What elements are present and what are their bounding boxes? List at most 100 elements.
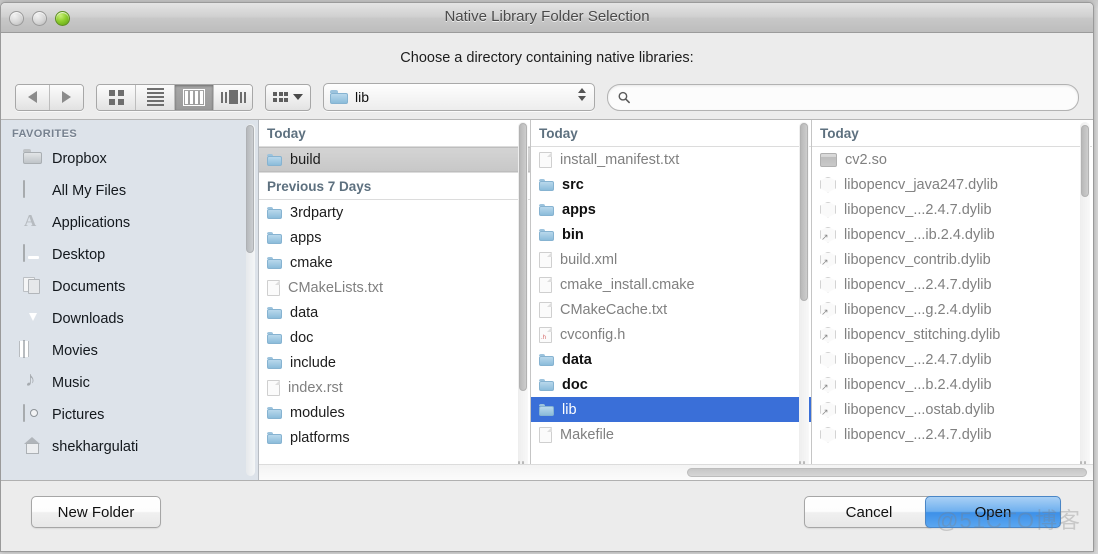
list-item-label: data — [290, 304, 319, 321]
list-item-label: bin — [562, 226, 584, 243]
list-item[interactable]: ↗ libopencv_contrib.dylib — [812, 247, 1092, 272]
open-button[interactable]: Open — [925, 496, 1061, 528]
sidebar: FAVORITES Dropbox All My Files Applicati… — [1, 120, 259, 480]
sidebar-item-applications[interactable]: Applications — [1, 207, 258, 239]
search-input[interactable] — [636, 88, 1068, 106]
sidebar-item-downloads[interactable]: Downloads — [1, 303, 258, 335]
horizontal-scrollbar-track[interactable] — [259, 464, 1093, 480]
view-mode-coverflow-button[interactable] — [214, 84, 252, 110]
list-item[interactable]: ↗ libopencv_...b.2.4.dylib — [812, 372, 1092, 397]
list-item[interactable]: libopencv_...2.4.7.dylib — [812, 272, 1092, 297]
horizontal-scrollbar-thumb[interactable] — [687, 468, 1087, 477]
sidebar-item-label: shekhargulati — [52, 439, 139, 455]
search-icon — [618, 91, 630, 103]
icon-view-icon — [108, 89, 124, 105]
list-item[interactable]: Makefile — [531, 422, 811, 447]
screenshot-root: Native Library Folder Selection Choose a… — [0, 0, 1098, 554]
list-item[interactable]: libopencv_...2.4.7.dylib — [812, 347, 1092, 372]
sidebar-item-all-my-files[interactable]: All My Files — [1, 175, 258, 207]
action-menu-button[interactable] — [265, 83, 311, 111]
list-item[interactable]: ↗ libopencv_...g.2.4.dylib — [812, 297, 1092, 322]
sidebar-item-dropbox[interactable]: Dropbox — [1, 143, 258, 175]
document-icon — [539, 151, 552, 168]
list-item[interactable]: ↗ libopencv_...ib.2.4.dylib — [812, 222, 1092, 247]
view-mode-list-button[interactable] — [136, 84, 175, 110]
list-item-label: cvconfig.h — [560, 326, 626, 343]
list-item[interactable]: data — [531, 347, 811, 372]
view-mode-column-button[interactable] — [175, 84, 214, 110]
list-item[interactable]: build — [259, 147, 530, 172]
list-item[interactable]: bin — [531, 222, 811, 247]
sidebar-item-label: Pictures — [52, 407, 105, 423]
music-icon — [23, 373, 43, 393]
list-item[interactable]: libopencv_...2.4.7.dylib — [812, 197, 1092, 222]
cancel-button[interactable]: Cancel — [804, 496, 934, 528]
list-item[interactable]: cv2.so — [812, 147, 1092, 172]
list-item[interactable]: doc — [531, 372, 811, 397]
list-item[interactable]: CMakeCache.txt — [531, 297, 811, 322]
folder-icon — [267, 406, 282, 419]
document-icon — [539, 251, 552, 268]
sidebar-item-documents[interactable]: Documents — [1, 271, 258, 303]
document-icon — [267, 379, 280, 396]
list-item-selected[interactable]: lib — [531, 397, 811, 422]
sidebar-item-music[interactable]: Music — [1, 367, 258, 399]
list-item-label: libopencv_...2.4.7.dylib — [844, 351, 992, 368]
all-my-files-icon — [23, 180, 43, 201]
column-2-scrollbar-thumb[interactable] — [800, 123, 808, 301]
downloads-icon — [23, 309, 43, 329]
list-item[interactable]: build.xml — [531, 247, 811, 272]
column-1-scrollbar-thumb[interactable] — [519, 123, 527, 391]
list-item[interactable]: doc — [259, 325, 530, 350]
sidebar-item-movies[interactable]: Movies — [1, 335, 258, 367]
path-popup-button[interactable]: lib — [323, 83, 595, 111]
list-item[interactable]: index.rst — [259, 375, 530, 400]
folder-icon — [539, 378, 554, 391]
list-item-label: install_manifest.txt — [560, 151, 680, 168]
dylib-alias-icon: ↗ — [820, 226, 836, 243]
dylib-icon — [820, 176, 836, 193]
forward-button[interactable] — [50, 84, 83, 110]
list-item[interactable]: apps — [259, 225, 530, 250]
list-item[interactable]: 3rdparty — [259, 200, 530, 225]
path-popup-stepper[interactable] — [578, 88, 586, 101]
sidebar-item-home[interactable]: shekhargulati — [1, 431, 258, 463]
search-field[interactable] — [607, 83, 1079, 111]
documents-icon — [23, 277, 43, 297]
list-item-label: 3rdparty — [290, 204, 344, 221]
browser-body: FAVORITES Dropbox All My Files Applicati… — [1, 120, 1093, 481]
folder-icon — [267, 153, 282, 166]
list-item[interactable]: data — [259, 300, 530, 325]
list-item[interactable]: cmake_install.cmake — [531, 272, 811, 297]
list-item[interactable]: include — [259, 350, 530, 375]
list-item[interactable]: .h cvconfig.h — [531, 322, 811, 347]
list-item[interactable]: modules — [259, 400, 530, 425]
new-folder-button[interactable]: New Folder — [31, 496, 161, 528]
file-chooser-dialog: Native Library Folder Selection Choose a… — [0, 2, 1094, 552]
list-item[interactable]: install_manifest.txt — [531, 147, 811, 172]
list-item[interactable]: platforms — [259, 425, 530, 450]
list-item[interactable]: cmake — [259, 250, 530, 275]
list-item[interactable]: ↗ libopencv_stitching.dylib — [812, 322, 1092, 347]
column-3: Today cv2.so libopencv_java247.dylib lib… — [812, 120, 1092, 480]
back-button[interactable] — [16, 84, 50, 110]
list-item[interactable]: libopencv_...2.4.7.dylib — [812, 422, 1092, 447]
folder-icon — [267, 431, 282, 444]
sidebar-item-desktop[interactable]: Desktop — [1, 239, 258, 271]
list-item-label: cv2.so — [845, 151, 887, 168]
chevron-down-icon — [293, 94, 303, 100]
title-bar[interactable]: Native Library Folder Selection — [1, 3, 1093, 33]
sidebar-item-pictures[interactable]: Pictures — [1, 399, 258, 431]
column-3-scrollbar-thumb[interactable] — [1081, 125, 1089, 197]
view-mode-icon-button[interactable] — [97, 84, 136, 110]
list-item[interactable]: apps — [531, 197, 811, 222]
sidebar-scrollbar-thumb[interactable] — [246, 125, 254, 253]
list-item[interactable]: CMakeLists.txt — [259, 275, 530, 300]
dylib-alias-icon: ↗ — [820, 376, 836, 393]
dylib-icon — [820, 201, 836, 218]
list-item[interactable]: ↗ libopencv_...ostab.dylib — [812, 397, 1092, 422]
sidebar-item-label: Documents — [52, 279, 126, 295]
list-item[interactable]: src — [531, 172, 811, 197]
list-item-label: cmake — [290, 254, 333, 271]
list-item[interactable]: libopencv_java247.dylib — [812, 172, 1092, 197]
